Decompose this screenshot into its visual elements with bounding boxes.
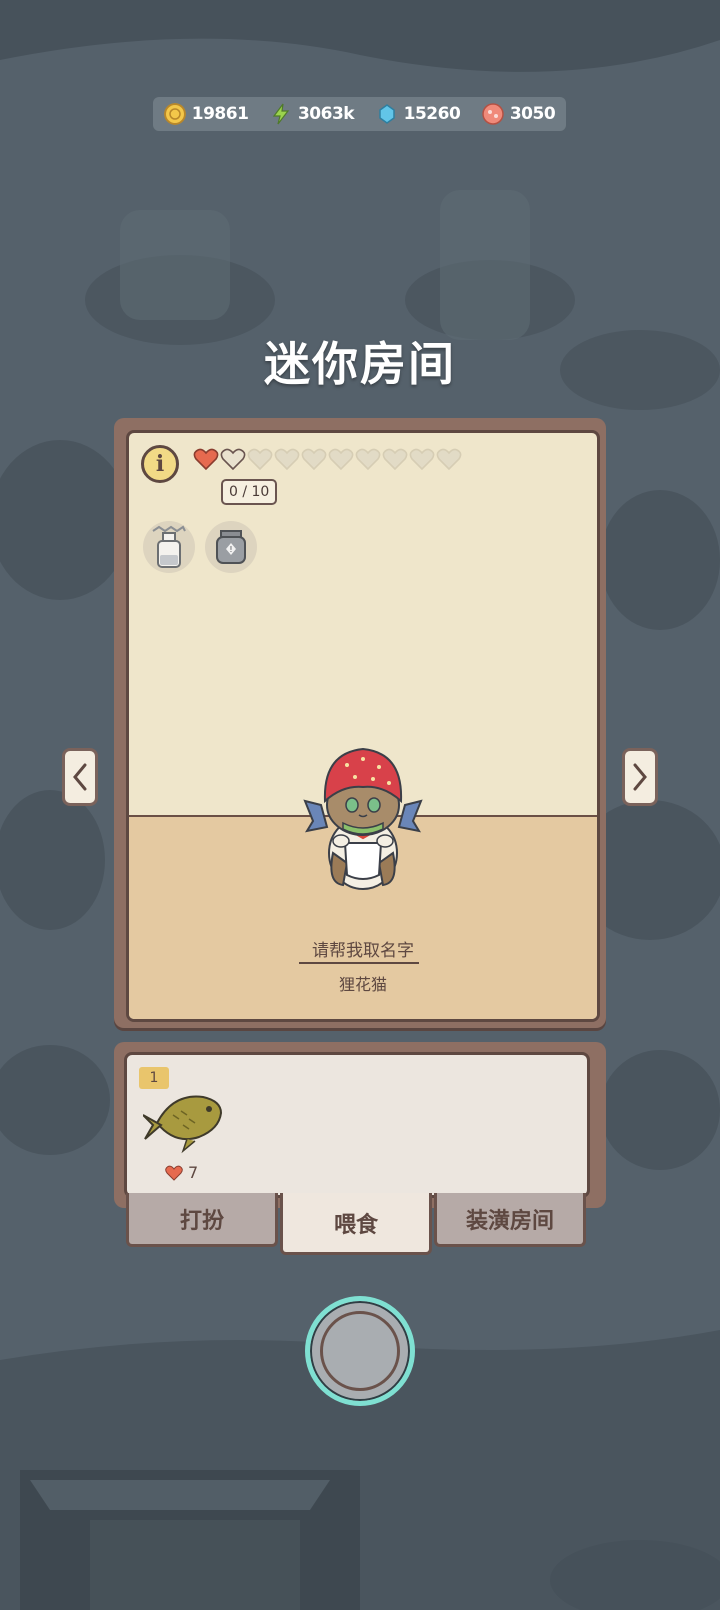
svg-text:!: ! — [229, 545, 232, 554]
lightning-icon — [272, 103, 290, 125]
fish-icon — [143, 1095, 223, 1154]
info-button[interactable]: i — [141, 445, 179, 483]
action-button-inner — [320, 1311, 400, 1391]
affection-hearts — [193, 447, 462, 471]
heart-empty-icon — [382, 448, 408, 471]
currency-bar: 19861 3063k 15260 3050 — [153, 97, 566, 131]
shell-value: 3050 — [509, 104, 556, 124]
heart-icon — [165, 1165, 183, 1181]
crystal-value: 15260 — [403, 104, 461, 124]
chevron-left-icon — [73, 763, 87, 791]
food-panel: 1 7 — [114, 1042, 606, 1208]
tab-dress-up-label: 打扮 — [179, 1208, 224, 1234]
crystal-icon — [378, 104, 395, 124]
food-count-badge: 1 — [139, 1067, 169, 1089]
milk-bottle-status[interactable] — [143, 521, 195, 573]
heart-empty-icon — [328, 448, 354, 471]
heart-empty-icon — [247, 448, 273, 471]
next-cat-button[interactable] — [622, 748, 658, 806]
heart-empty-icon — [274, 448, 300, 471]
coin-icon — [163, 103, 186, 125]
food-list: 1 7 — [124, 1052, 590, 1198]
heart-empty-icon — [355, 448, 381, 471]
tab-feed[interactable]: 喂食 — [280, 1193, 432, 1255]
heart-empty-icon — [436, 448, 462, 471]
shell-icon — [482, 103, 504, 125]
food-affection-value: 7 — [165, 1163, 198, 1182]
food-cost-text: 7 — [188, 1163, 199, 1182]
currency-gold[interactable]: 19861 — [163, 103, 249, 125]
currency-shell[interactable]: 3050 — [482, 103, 556, 125]
jar-status[interactable]: ! — [205, 521, 257, 573]
heart-empty-icon — [220, 448, 246, 471]
name-underline — [299, 962, 419, 964]
heart-filled-icon — [193, 448, 219, 471]
affection-counter: 0 / 10 — [221, 479, 278, 505]
room-panel: i 0 / 10 ! 请帮我取名字 狸花猫 — [114, 418, 606, 1028]
tab-dress-up[interactable]: 打扮 — [126, 1193, 278, 1247]
heart-empty-icon — [301, 448, 327, 471]
gold-value: 19861 — [191, 104, 249, 124]
cat-breed: 狸花猫 — [338, 975, 387, 994]
tab-feed-label: 喂食 — [333, 1212, 378, 1238]
currency-energy[interactable]: 3063k — [270, 103, 355, 125]
action-button[interactable] — [305, 1296, 415, 1406]
currency-crystal[interactable]: 15260 — [376, 103, 461, 125]
cat-character[interactable] — [303, 743, 423, 893]
jar-icon: ! — [216, 530, 246, 564]
milk-bottle-icon — [152, 525, 186, 568]
chevron-right-icon — [633, 763, 647, 791]
tab-decorate-room-label: 装潢房间 — [465, 1208, 554, 1234]
page-title: 迷你房间 — [264, 337, 456, 391]
previous-cat-button[interactable] — [62, 748, 98, 806]
tab-decorate-room[interactable]: 装潢房间 — [434, 1193, 586, 1247]
food-item[interactable]: 1 7 — [139, 1065, 229, 1182]
name-prompt[interactable]: 请帮我取名字 — [129, 936, 597, 961]
room-view: i 0 / 10 ! 请帮我取名字 狸花猫 — [126, 430, 600, 1022]
energy-value: 3063k — [297, 104, 355, 124]
heart-empty-icon — [409, 448, 435, 471]
